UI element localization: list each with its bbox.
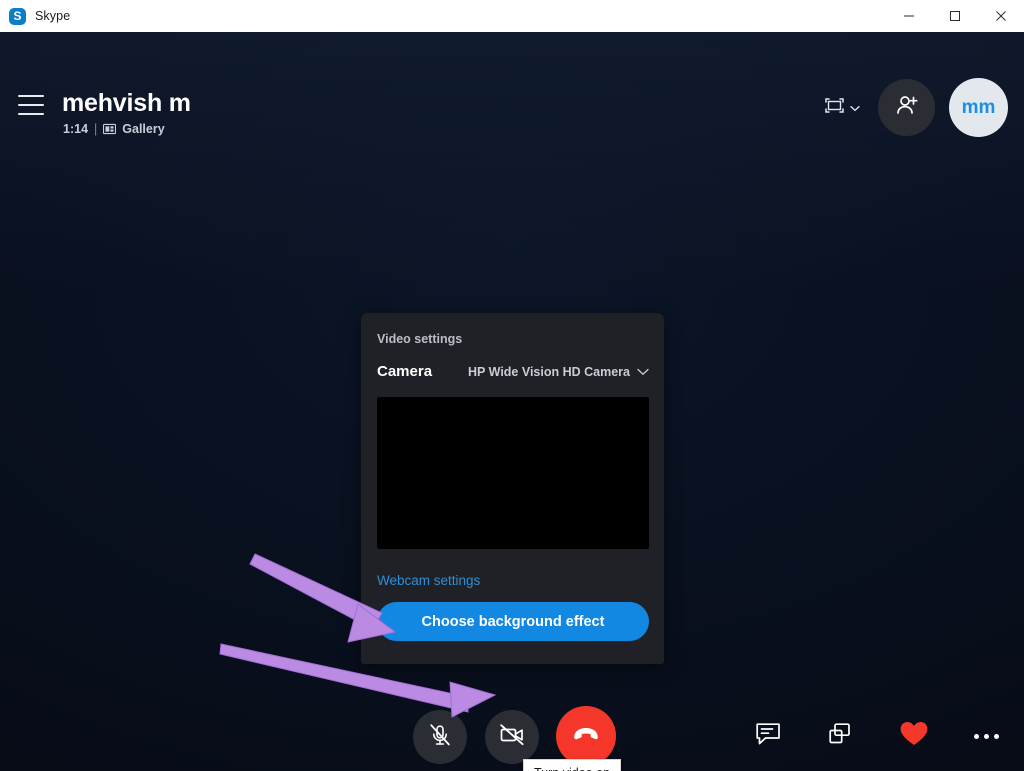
microphone-button[interactable] xyxy=(413,710,467,764)
maximize-icon[interactable] xyxy=(932,0,978,32)
layout-selector-button[interactable] xyxy=(820,90,864,126)
call-title: mehvish m xyxy=(62,89,191,117)
call-duration: 1:14 xyxy=(63,122,89,136)
add-person-icon xyxy=(894,92,920,123)
camera-preview xyxy=(377,397,649,549)
video-settings-panel: Video settings Camera HP Wide Vision HD … xyxy=(361,313,664,664)
camera-button-tooltip: Turn video on xyxy=(523,759,621,771)
view-mode-label: Gallery xyxy=(122,122,165,136)
titlebar-app-identity: Skype xyxy=(0,7,71,25)
chat-button[interactable] xyxy=(746,714,790,758)
camera-button[interactable] xyxy=(485,710,539,764)
subtitle-separator: | xyxy=(94,122,98,136)
reaction-button[interactable] xyxy=(892,714,936,758)
window-title: Skype xyxy=(35,9,71,23)
more-options-button[interactable] xyxy=(964,714,1008,758)
camera-label: Camera xyxy=(377,363,433,380)
chevron-down-icon xyxy=(850,99,860,117)
call-subtitle: 1:14 | Gallery xyxy=(63,122,165,136)
add-person-button[interactable] xyxy=(878,79,935,136)
close-icon[interactable] xyxy=(978,0,1024,32)
skype-logo-icon xyxy=(9,7,26,25)
hamburger-menu-icon[interactable] xyxy=(18,95,44,115)
header-actions: mm xyxy=(820,78,1008,137)
avatar-initials: mm xyxy=(961,96,996,118)
heart-icon xyxy=(899,720,929,752)
panel-title: Video settings xyxy=(377,332,463,346)
call-header: mehvish m 1:14 | Gallery mm xyxy=(0,32,1024,156)
call-stage: mehvish m 1:14 | Gallery mm Video settin… xyxy=(0,32,1024,771)
share-screen-icon xyxy=(827,721,853,752)
window-controls xyxy=(886,0,1024,32)
camera-row: Camera HP Wide Vision HD Camera xyxy=(377,363,649,380)
skype-window: Skype mehvish m 1:14 | xyxy=(0,0,1024,771)
choose-background-effect-button[interactable]: Choose background effect xyxy=(377,602,649,641)
avatar[interactable]: mm xyxy=(949,78,1008,137)
share-screen-button[interactable] xyxy=(818,714,862,758)
phone-hangup-icon xyxy=(571,721,601,752)
camera-select-dropdown[interactable]: HP Wide Vision HD Camera xyxy=(468,365,649,379)
chat-bubble-icon xyxy=(755,721,782,752)
chevron-down-icon xyxy=(637,365,649,379)
window-titlebar: Skype xyxy=(0,0,1024,33)
end-call-button[interactable] xyxy=(556,706,616,766)
webcam-settings-link[interactable]: Webcam settings xyxy=(377,573,480,588)
microphone-muted-icon xyxy=(427,722,453,753)
minimize-icon[interactable] xyxy=(886,0,932,32)
layout-frame-icon xyxy=(824,96,845,120)
ellipsis-icon xyxy=(973,733,999,739)
gallery-icon xyxy=(103,123,117,135)
camera-off-icon xyxy=(498,722,526,753)
camera-selected-value: HP Wide Vision HD Camera xyxy=(468,364,630,379)
